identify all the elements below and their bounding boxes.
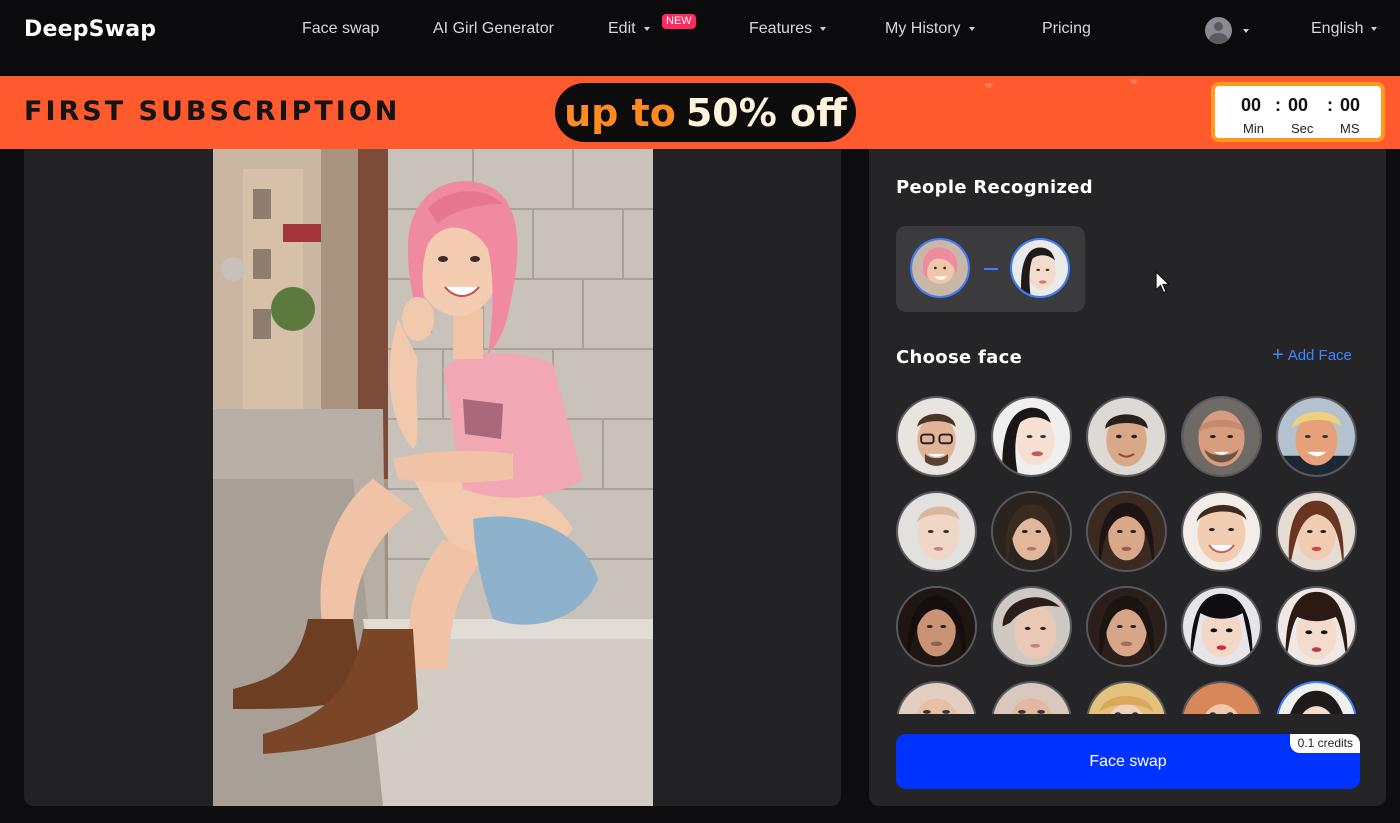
face-option[interactable]	[1276, 396, 1357, 477]
nav-ai-girl-generator[interactable]: AI Girl Generator	[433, 20, 554, 38]
promo-offer-value: 50% off	[685, 90, 847, 135]
top-navigation: DeepSwap Face swap AI Girl Generator Edi…	[0, 0, 1400, 76]
face-option[interactable]	[991, 396, 1072, 477]
nav-my-history[interactable]: My History	[885, 20, 975, 38]
face-option[interactable]	[991, 681, 1072, 714]
face-option[interactable]	[1276, 586, 1357, 667]
promo-offer-prefix: up to	[564, 90, 676, 135]
timer-minutes: 00	[1241, 95, 1262, 115]
nav-features-label: Features	[749, 20, 813, 37]
face-option[interactable]	[1086, 491, 1167, 572]
face-option[interactable]	[1181, 396, 1262, 477]
face-option[interactable]	[1086, 586, 1167, 667]
face-option[interactable]	[991, 586, 1072, 667]
face-swap-button-label: Face swap	[1089, 752, 1167, 770]
promo-banner[interactable]: FIRST SUBSCRIPTION up to 50% off 00 : 00…	[0, 76, 1400, 149]
nav-ai-girl-generator-label: AI Girl Generator	[433, 20, 554, 37]
confetti-decoration	[985, 83, 993, 88]
caret-down-icon	[968, 27, 975, 31]
plus-icon: +	[1272, 344, 1284, 366]
timer-ms-label: MS	[1340, 121, 1360, 136]
countdown-timer: 00 : 00 : 00 Min Sec MS	[1211, 82, 1385, 142]
face-option[interactable]	[1086, 681, 1167, 714]
add-face-button[interactable]: + Add Face	[1272, 344, 1352, 366]
media-preview	[24, 149, 841, 806]
language-selector[interactable]: English	[1311, 20, 1378, 38]
source-face-thumbnail[interactable]	[910, 238, 970, 298]
credits-badge: 0.1 credits	[1289, 734, 1360, 753]
deepswap-logo[interactable]: DeepSwap	[24, 17, 156, 42]
choose-face-title: Choose face	[896, 347, 1023, 368]
confetti-decoration	[1130, 79, 1138, 84]
caret-down-icon	[1371, 27, 1378, 31]
promo-title: FIRST SUBSCRIPTION	[24, 96, 401, 127]
user-avatar-icon[interactable]	[1205, 17, 1232, 44]
mouse-cursor-icon	[1155, 271, 1171, 294]
caret-down-icon	[820, 27, 827, 31]
face-swap-panel: People Recognized Choose face + Add Face…	[869, 149, 1386, 806]
timer-separator: :	[1327, 95, 1333, 115]
recognized-face-pair[interactable]	[896, 226, 1085, 312]
people-recognized-title: People Recognized	[896, 177, 1093, 198]
face-option[interactable]	[1181, 586, 1262, 667]
nav-features[interactable]: Features	[749, 20, 827, 38]
uploaded-photo	[213, 149, 653, 806]
face-option[interactable]	[1086, 396, 1167, 477]
new-badge: NEW	[662, 14, 696, 29]
nav-pricing-label: Pricing	[1042, 20, 1091, 37]
target-face-thumbnail[interactable]	[1010, 238, 1070, 298]
nav-edit[interactable]: Edit	[608, 20, 650, 38]
timer-min-label: Min	[1243, 121, 1264, 136]
nav-face-swap[interactable]: Face swap	[302, 20, 379, 38]
nav-my-history-label: My History	[885, 20, 961, 37]
language-label: English	[1311, 20, 1364, 37]
face-option-selected[interactable]	[1276, 681, 1357, 714]
timer-milliseconds: 00	[1340, 95, 1361, 115]
face-option[interactable]	[1276, 491, 1357, 572]
nav-edit-label: Edit	[608, 20, 636, 37]
timer-seconds: 00	[1288, 95, 1309, 115]
caret-down-icon[interactable]	[1243, 29, 1249, 33]
add-face-label: Add Face	[1287, 347, 1352, 364]
face-swap-button[interactable]: Face swap 0.1 credits	[896, 734, 1360, 789]
face-gallery[interactable]	[896, 396, 1359, 714]
timer-separator: :	[1275, 95, 1281, 115]
photo-illustration	[213, 149, 653, 806]
caret-down-icon	[643, 27, 650, 31]
face-option[interactable]	[1181, 491, 1262, 572]
promo-offer-pill: up to 50% off	[555, 83, 856, 142]
swap-arrow-line	[984, 268, 998, 270]
face-option[interactable]	[896, 491, 977, 572]
face-option[interactable]	[991, 491, 1072, 572]
face-option[interactable]	[896, 396, 977, 477]
face-option[interactable]	[896, 681, 977, 714]
nav-face-swap-label: Face swap	[302, 20, 380, 37]
face-option[interactable]	[896, 586, 977, 667]
face-option[interactable]	[1181, 681, 1262, 714]
timer-sec-label: Sec	[1291, 121, 1314, 136]
nav-pricing[interactable]: Pricing	[1042, 20, 1091, 38]
